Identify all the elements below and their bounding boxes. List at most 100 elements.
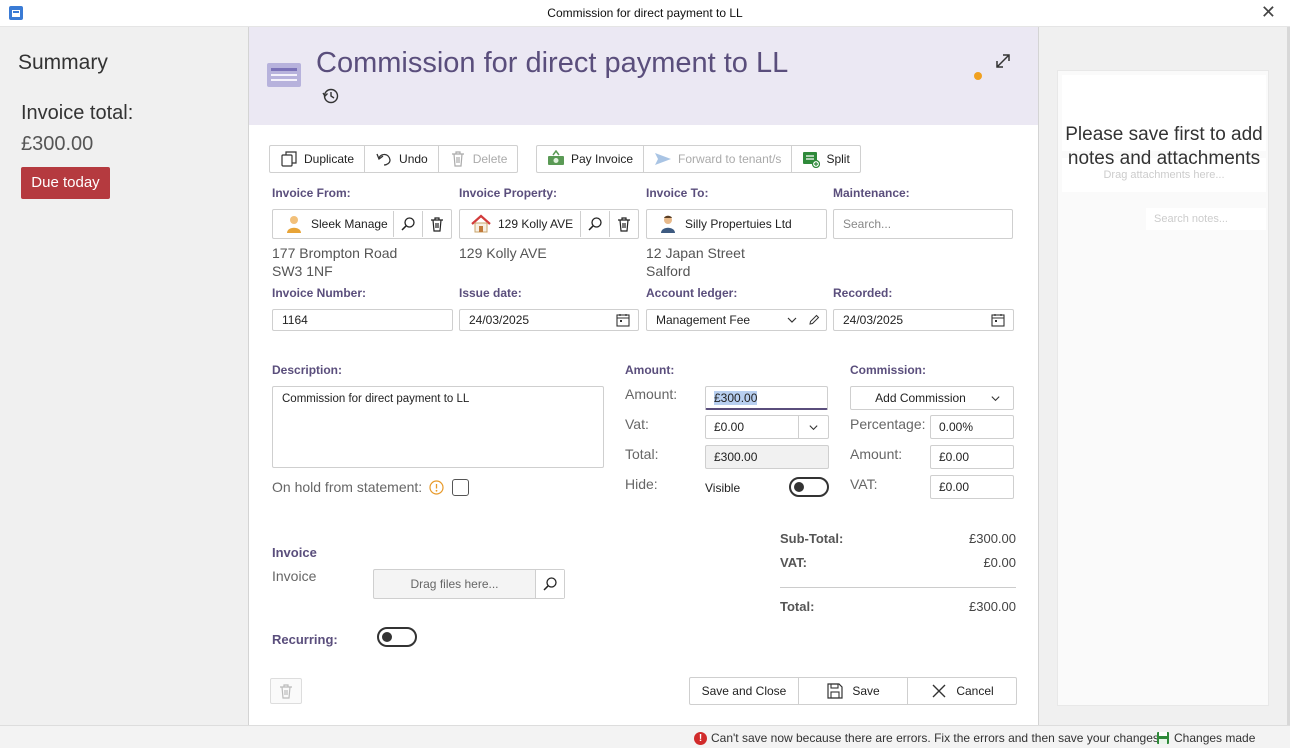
summary-panel: Summary Invoice total: £300.00 Due today: [0, 27, 249, 725]
invoice-number-input[interactable]: 1164: [272, 309, 453, 331]
invoice-total-value: £300.00: [21, 133, 94, 155]
account-ledger-label: Account ledger:: [646, 286, 738, 300]
edit-toolbar: Duplicate Undo Delete: [269, 145, 519, 173]
commission-amount-input[interactable]: £0.00: [930, 445, 1014, 469]
invoice-to-label: Invoice To:: [646, 186, 709, 200]
history-icon[interactable]: [322, 87, 340, 105]
invoice-from-address-line1: 177 Brompton Road: [272, 245, 398, 261]
pencil-icon[interactable]: [808, 314, 820, 326]
house-icon: [471, 214, 491, 233]
status-changes-text: Changes made: [1174, 731, 1256, 745]
calendar-icon[interactable]: [616, 313, 630, 327]
invoice-from-search-button[interactable]: [393, 211, 422, 237]
issue-date-label: Issue date:: [459, 286, 522, 300]
maintenance-label: Maintenance:: [833, 186, 910, 200]
chevron-down-icon: [991, 395, 1000, 401]
info-icon[interactable]: [429, 480, 444, 495]
chevron-down-icon[interactable]: [786, 314, 798, 326]
amount-input[interactable]: £300.00: [705, 386, 828, 410]
undo-icon: [376, 153, 391, 166]
delete-button[interactable]: Delete: [439, 146, 518, 172]
invoice-property-search-button[interactable]: [580, 211, 609, 237]
status-bar: ! Can't save now because there are error…: [0, 725, 1290, 748]
invoice-to-address-line1: 12 Japan Street: [646, 245, 745, 261]
browse-files-button[interactable]: [535, 570, 564, 598]
cancel-button[interactable]: Cancel: [908, 678, 1016, 704]
search-icon: [543, 577, 557, 591]
invoice-property-clear-button[interactable]: [609, 211, 638, 237]
invoice-property-field[interactable]: 129 Kolly AVE: [459, 209, 639, 239]
invoice-from-field[interactable]: Sleek Manage: [272, 209, 452, 239]
cancel-label: Cancel: [956, 684, 994, 698]
invoice-icon: [267, 63, 301, 87]
vat-label: Vat:: [625, 416, 649, 432]
status-error-text: Can't save now because there are errors.…: [711, 731, 1159, 745]
delete-invoice-button[interactable]: [270, 678, 302, 704]
notes-panel: Drag attachments here... Search notes...…: [1038, 27, 1287, 725]
totals-divider: [780, 587, 1016, 588]
title-bar: Commission for direct payment to LL ✕: [0, 0, 1290, 27]
split-label: Split: [826, 152, 850, 166]
invoice-form: Duplicate Undo Delete Pay Invoice Forwar…: [249, 125, 1038, 725]
grand-total-value: £300.00: [969, 599, 1016, 614]
split-icon: [803, 152, 821, 168]
percentage-input[interactable]: 0.00%: [930, 415, 1014, 439]
description-label: Description:: [272, 363, 343, 377]
pay-invoice-button[interactable]: Pay Invoice: [537, 146, 645, 172]
add-commission-dropdown[interactable]: Add Commission: [850, 386, 1014, 410]
invoice-header: Commission for direct payment to LL: [249, 27, 1038, 125]
save-icon: [827, 683, 843, 699]
amount-heading: Amount:: [625, 363, 675, 377]
invoice-from-clear-button[interactable]: [422, 211, 451, 237]
maintenance-search-field[interactable]: Search...: [833, 209, 1013, 239]
summary-heading: Summary: [18, 51, 108, 74]
forward-button[interactable]: Forward to tenant/s: [644, 146, 793, 172]
visibility-status: Visible: [705, 481, 741, 495]
description-textarea[interactable]: Commission for direct payment to LL: [272, 386, 604, 468]
invoice-property-address: 129 Kolly AVE: [459, 245, 547, 261]
on-hold-checkbox[interactable]: [452, 479, 469, 496]
save-and-close-button[interactable]: Save and Close: [690, 678, 799, 704]
recurring-toggle[interactable]: [377, 627, 417, 647]
notes-save-message: Please save first to add notes and attac…: [1065, 124, 1263, 169]
pay-invoice-label: Pay Invoice: [571, 152, 634, 166]
subtotal-value: £300.00: [969, 531, 1016, 546]
vat-select[interactable]: £0.00: [705, 415, 829, 439]
hide-label: Hide:: [625, 476, 658, 492]
commission-heading: Commission:: [850, 363, 927, 377]
trash-icon: [618, 217, 630, 232]
invoice-to-field[interactable]: Silly Propertuies Ltd: [646, 209, 827, 239]
issue-date-value: 24/03/2025: [469, 313, 530, 327]
split-button[interactable]: Split: [792, 146, 859, 172]
expand-icon[interactable]: [994, 52, 1012, 70]
recorded-date-value: 24/03/2025: [843, 313, 904, 327]
invoice-property-value: 129 Kolly AVE: [498, 217, 574, 231]
chevron-down-icon: [809, 424, 818, 430]
vat-dropdown-button[interactable]: [798, 416, 828, 438]
save-button[interactable]: Save: [799, 678, 908, 704]
add-commission-label: Add Commission: [875, 391, 966, 405]
calendar-icon[interactable]: [991, 313, 1005, 327]
invoice-dropzone[interactable]: Drag files here...: [373, 569, 565, 599]
account-ledger-select[interactable]: Management Fee: [646, 309, 827, 331]
undo-button[interactable]: Undo: [365, 146, 439, 172]
duplicate-label: Duplicate: [304, 152, 355, 166]
hide-toggle[interactable]: [789, 477, 829, 497]
invoice-number-label: Invoice Number:: [272, 286, 367, 300]
commission-vat-input[interactable]: £0.00: [930, 475, 1014, 499]
duplicate-button[interactable]: Duplicate: [270, 146, 366, 172]
trash-icon: [280, 684, 292, 699]
amount-label: Amount:: [625, 386, 678, 402]
invoice-to-address: 12 Japan Street Salford: [646, 244, 745, 280]
invoice-from-value: Sleek Manage: [311, 217, 388, 231]
issue-date-picker[interactable]: 24/03/2025: [459, 309, 639, 331]
invoice-to-address-line2: Salford: [646, 263, 691, 279]
close-icon[interactable]: ✕: [1261, 3, 1276, 21]
recorded-date-picker[interactable]: 24/03/2025: [833, 309, 1014, 331]
undo-label: Undo: [399, 152, 428, 166]
invoice-number-value: 1164: [282, 313, 308, 327]
trash-icon: [451, 151, 464, 167]
pay-invoice-icon: [548, 150, 564, 165]
save-icon: [1157, 732, 1169, 744]
status-changes: Changes made: [1156, 731, 1255, 745]
